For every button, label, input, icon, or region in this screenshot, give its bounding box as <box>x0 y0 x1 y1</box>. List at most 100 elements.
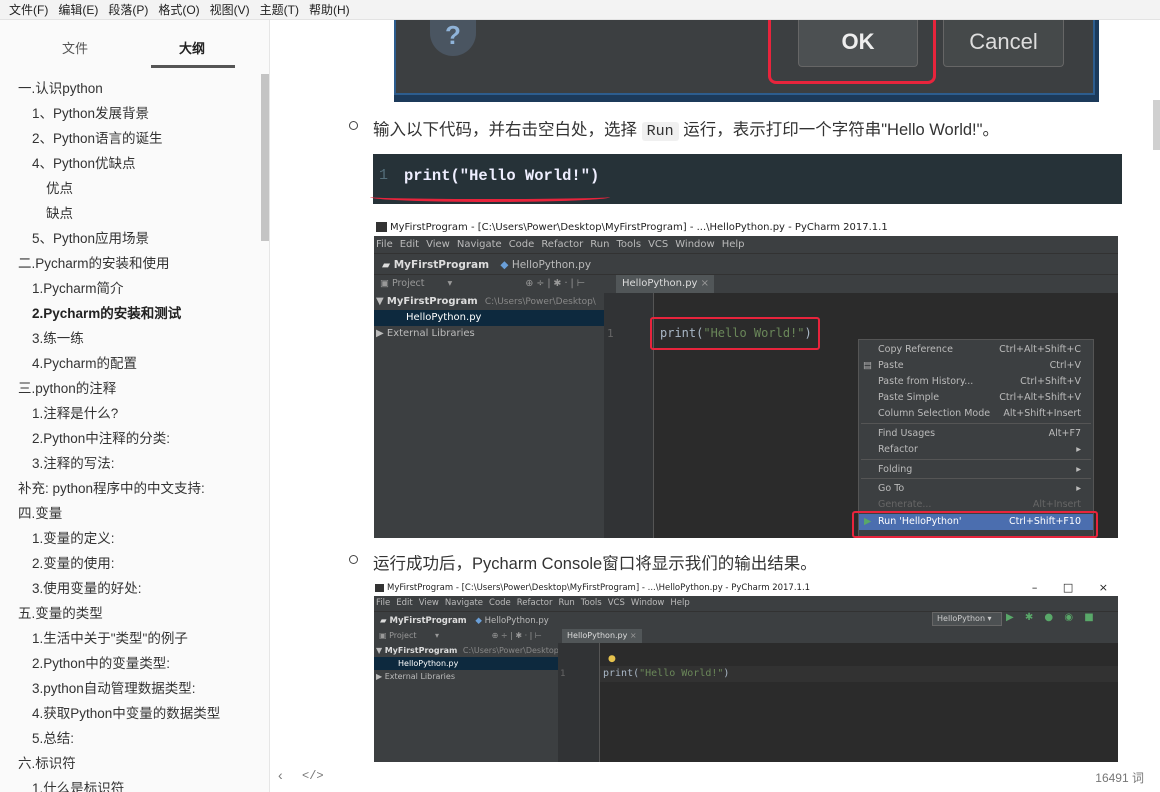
tab-outline[interactable]: 大纲 <box>179 38 205 57</box>
editor-tab: HelloPython.py × <box>616 275 714 293</box>
outline-item[interactable]: 3.注释的写法: <box>0 451 262 476</box>
outline-item[interactable]: 1.什么是标识符 <box>0 776 262 792</box>
outline-item[interactable]: 缺点 <box>0 201 262 226</box>
outline-item[interactable]: 2.变量的使用: <box>0 551 262 576</box>
outline-item[interactable]: 1.注释是什么? <box>0 401 262 426</box>
outline-item[interactable]: 4.获取Python中变量的数据类型 <box>0 701 262 726</box>
close-icon: × <box>1098 581 1108 594</box>
menu-file[interactable]: 文件(F) <box>4 0 53 20</box>
outline-item[interactable]: 2.Python中注释的分类: <box>0 426 262 451</box>
ctx-menu-item: Find Usages Alt+F7 <box>859 426 1093 442</box>
dialog-screenshot: ? OK Cancel <box>394 20 1099 102</box>
outline-item[interactable]: 六.标识符 <box>0 751 262 776</box>
outline-item[interactable]: 三.python的注释 <box>0 376 262 401</box>
outline-item[interactable]: 5、Python应用场景 <box>0 226 262 251</box>
ide-nav-bar: ▰ MyFirstProgram ◆ HelloPython.py <box>374 253 1118 275</box>
maximize-icon: □ <box>1062 581 1074 594</box>
tree-root-2: ▼ MyFirstProgram C:\Users\Power\Desktop\ <box>374 644 562 657</box>
outline-item[interactable]: 一.认识python <box>0 76 262 101</box>
code-underline-annotation <box>370 192 610 202</box>
ide-menu-item: View <box>418 598 439 608</box>
outline-item[interactable]: 优点 <box>0 176 262 201</box>
editor-line-number-2: 1 <box>560 669 566 679</box>
outline-item[interactable]: 2.Pycharm的安装和测试 <box>0 301 262 326</box>
collapse-icon-2: ▶ <box>376 672 385 681</box>
ctx-menu-item: Go To ▸ <box>859 481 1093 497</box>
ctx-label: Paste Simple <box>878 392 940 403</box>
tree-external-libs-2: ▶ External Libraries <box>374 670 558 683</box>
outline-item[interactable]: 4.Pycharm的配置 <box>0 351 262 376</box>
sidebar-scrollbar[interactable] <box>261 74 269 241</box>
project-icon: ▣ <box>380 278 392 289</box>
ide-menu-bar-2: File Edit View Navigate Code Refactor Run Tools… <box>374 596 1118 611</box>
bullet-1-pre: 输入以下代码，并右击空白处，选择 <box>373 121 637 139</box>
ide-menu-item: Run <box>558 598 575 608</box>
ctx-separator <box>861 423 1091 424</box>
toggle-sidebar-button[interactable]: ‹ <box>278 767 283 783</box>
nav-project: MyFirstProgram <box>393 259 490 271</box>
ctx-shortcut: Ctrl+Shift+V <box>1020 376 1081 387</box>
ide-menu-item: File <box>376 598 391 608</box>
ctx-shortcut: ▸ <box>1076 464 1081 475</box>
app-icon-2 <box>375 584 384 592</box>
tree-file-label-2: HelloPython.py <box>398 659 459 668</box>
outline-item[interactable]: 1、Python发展背景 <box>0 101 262 126</box>
minimize-icon: – <box>1031 581 1038 594</box>
menu-paragraph[interactable]: 段落(P) <box>103 0 153 20</box>
editor-scrollbar[interactable] <box>1153 100 1160 150</box>
ctx-menu-item: Column Selection Mode Alt+Shift+Insert <box>859 406 1093 422</box>
outline-item[interactable]: 1.变量的定义: <box>0 526 262 551</box>
inline-code-run: Run <box>641 122 679 141</box>
editor-gutter-2 <box>558 643 600 762</box>
menu-help[interactable]: 帮助(H) <box>304 0 355 20</box>
ide-menu-item: Window <box>630 598 665 608</box>
ctx-label: Go To <box>878 483 905 494</box>
code-fn-2: print( <box>603 668 640 679</box>
run-toolbar-icons: ▶ ✱ ● ◉ ■ <box>1006 612 1098 623</box>
outline-item[interactable]: 补充: python程序中的中文支持: <box>0 476 262 501</box>
menu-theme[interactable]: 主题(T) <box>255 0 304 20</box>
source-mode-button[interactable]: </> <box>302 769 324 783</box>
title-text-2: MyFirstProgram - [C:\Users\Power\Desktop… <box>387 583 811 593</box>
outline-item[interactable]: 3.python自动管理数据类型: <box>0 676 262 701</box>
code-end-2: ) <box>723 668 730 679</box>
bullet-circle-icon-2 <box>349 555 358 564</box>
expand-icon-2: ▼ <box>376 646 385 655</box>
outline-item[interactable]: 2、Python语言的诞生 <box>0 126 262 151</box>
nav-file-2: HelloPython.py <box>484 616 549 626</box>
outline-item[interactable]: 5.总结: <box>0 726 262 751</box>
ide-menu-item: Tools <box>580 598 602 608</box>
expand-icon: ▼ <box>376 296 387 307</box>
menu-format[interactable]: 格式(O) <box>153 0 204 20</box>
menu-edit[interactable]: 编辑(E) <box>53 0 103 20</box>
outline-item[interactable]: 3.使用变量的好处: <box>0 576 262 601</box>
menu-view[interactable]: 视图(V) <box>205 0 255 20</box>
tab-files[interactable]: 文件 <box>62 38 88 57</box>
tree-root-path: C:\Users\Power\Desktop\ <box>484 297 596 307</box>
editor-tabbar-2: HelloPython.py × <box>558 629 1118 643</box>
outline-item[interactable]: 二.Pycharm的安装和使用 <box>0 251 262 276</box>
project-header-2: ▣ Project ▾ ⊕ ÷ | ✱ · | ⊢ <box>374 629 558 643</box>
outline-item[interactable]: 2.Python中的变量类型: <box>0 651 262 676</box>
bullet-text-2: 运行成功后，Pycharm Console窗口将显示我们的输出结果。 <box>373 555 817 573</box>
lightbulb-icon: ● <box>608 654 616 664</box>
ide-menu-item: Window <box>675 239 715 250</box>
collapse-icon: ▶ <box>376 328 387 339</box>
run-config-select: HelloPython ▾ <box>932 612 1002 626</box>
outline-item[interactable]: 四.变量 <box>0 501 262 526</box>
outline-item[interactable]: 4、Python优缺点 <box>0 151 262 176</box>
editor-line-number: 1 <box>607 327 614 340</box>
dialog-body: ? OK Cancel <box>394 20 1095 95</box>
ctx-separator <box>861 459 1091 460</box>
outline-item[interactable]: 1.生活中关于"类型"的例子 <box>0 626 262 651</box>
outline-item[interactable]: 3.练一练 <box>0 326 262 351</box>
ctx-label: Folding <box>878 464 913 475</box>
outline-item[interactable]: 五.变量的类型 <box>0 601 262 626</box>
tree-file: HelloPython.py <box>374 310 604 326</box>
tab-label: HelloPython.py <box>622 278 698 289</box>
active-tab-indicator <box>151 65 235 68</box>
pycharm-screenshot-result: MyFirstProgram - [C:\Users\Power\Desktop… <box>374 580 1118 762</box>
nav-project-2: MyFirstProgram <box>389 616 467 626</box>
outline-item[interactable]: 1.Pycharm简介 <box>0 276 262 301</box>
project-dropdown-icon-2: ▾ <box>435 631 440 640</box>
